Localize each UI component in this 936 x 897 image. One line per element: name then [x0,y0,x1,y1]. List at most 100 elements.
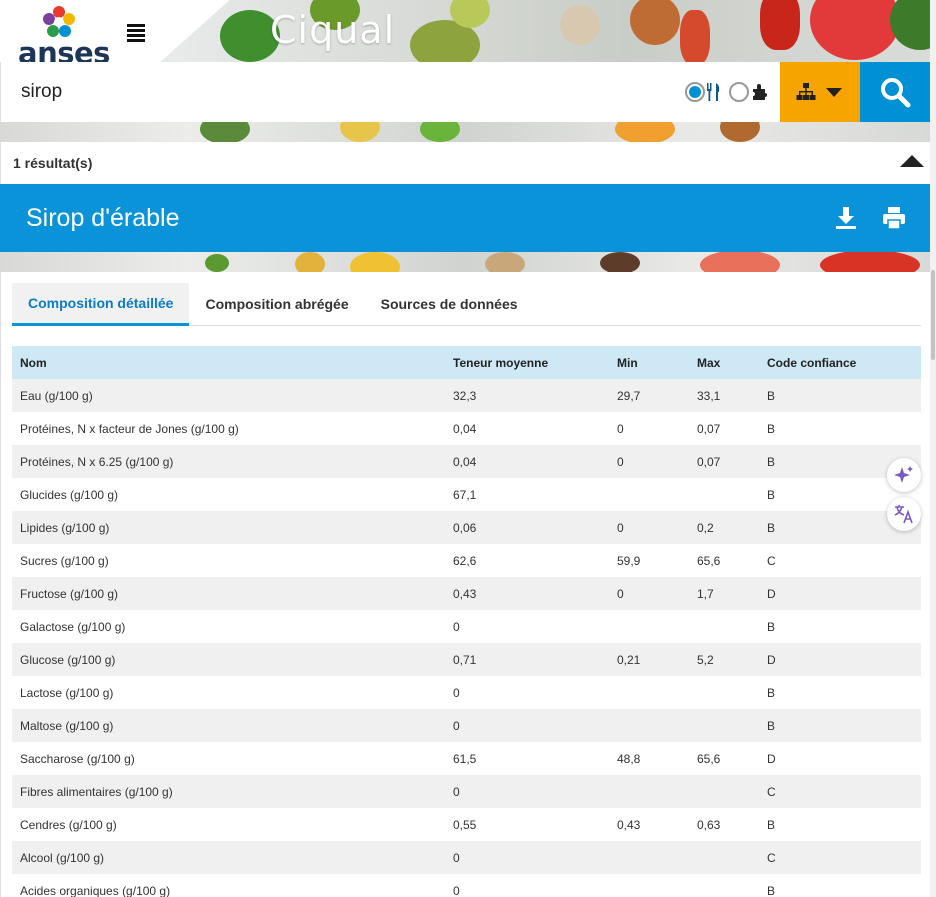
cell-code-confiance: B [767,709,921,742]
cell-max: 65,6 [697,544,767,577]
table-row: Glucose (g/100 g) 0,71 0,21 5,2 D [12,643,921,676]
cell-nom: Glucides (g/100 g) [12,478,453,511]
table-row: Maltose (g/100 g) 0 B [12,709,921,742]
cell-max [697,841,767,874]
cell-min: 0,43 [617,808,697,841]
cell-teneur-moyenne: 0 [453,775,617,808]
anses-flower-icon [43,6,75,37]
cell-teneur-moyenne: 62,6 [453,544,617,577]
cell-code-confiance: B [767,676,921,709]
column-header-max[interactable]: Max [697,346,767,379]
cell-max [697,775,767,808]
table-row: Lactose (g/100 g) 0 B [12,676,921,709]
table-row: Cendres (g/100 g) 0,55 0,43 0,63 B [12,808,921,841]
app-title: Ciqual [270,8,396,52]
cell-max [697,478,767,511]
column-header-code-confiance[interactable]: Code confiance [767,346,921,379]
cell-max: 0,07 [697,445,767,478]
cell-nom: Saccharose (g/100 g) [12,742,453,775]
cell-min [617,841,697,874]
caret-up-icon[interactable] [900,154,924,168]
results-count: 1 résultat(s) [13,155,93,171]
decorative-strip [0,122,930,142]
cell-min: 0 [617,412,697,445]
food-details: Composition détaillée Composition abrégé… [0,272,930,897]
radio-food-mode[interactable] [685,82,705,102]
cell-code-confiance: C [767,775,921,808]
cell-teneur-moyenne: 0,43 [453,577,617,610]
cell-teneur-moyenne: 0,55 [453,808,617,841]
cell-nom: Fructose (g/100 g) [12,577,453,610]
cell-max: 1,7 [697,577,767,610]
cell-min: 0 [617,511,697,544]
tab-sources-de-donnees[interactable]: Sources de données [365,283,534,325]
results-bar: 1 résultat(s) [0,142,930,184]
cell-teneur-moyenne: 0 [453,841,617,874]
tab-composition-abregee[interactable]: Composition abrégée [189,283,364,325]
print-icon[interactable] [882,206,906,230]
cell-code-confiance: C [767,841,921,874]
column-header-teneur-moyenne[interactable]: Teneur moyenne [453,346,617,379]
top-header: anses Ciqual [0,0,936,70]
download-icon[interactable] [834,206,858,230]
cell-teneur-moyenne: 61,5 [453,742,617,775]
translate-button[interactable] [887,497,921,531]
scrollbar-thumb[interactable] [931,270,935,360]
column-header-nom[interactable]: Nom [12,346,453,379]
search-icon [881,78,911,108]
cell-nom: Lipides (g/100 g) [12,511,453,544]
radio-component-mode[interactable] [729,82,749,102]
cell-nom: Maltose (g/100 g) [12,709,453,742]
anses-logo[interactable]: anses [14,4,110,70]
cell-nom: Glucose (g/100 g) [12,643,453,676]
search-input[interactable] [11,74,611,110]
ai-assistant-button[interactable] [887,458,921,492]
cell-min: 0 [617,577,697,610]
tab-composition-detaillee[interactable]: Composition détaillée [12,283,190,326]
cell-min [617,676,697,709]
puzzle-icon [753,84,767,100]
cell-max: 0,63 [697,808,767,841]
cell-teneur-moyenne: 0,71 [453,643,617,676]
table-row: Saccharose (g/100 g) 61,5 48,8 65,6 D [12,742,921,775]
cell-max: 0,07 [697,412,767,445]
cell-code-confiance: B [767,412,921,445]
cell-nom: Eau (g/100 g) [12,379,453,412]
cell-min [617,478,697,511]
cell-nom: Protéines, N x 6.25 (g/100 g) [12,445,453,478]
table-row: Galactose (g/100 g) 0 B [12,610,921,643]
cell-max [697,709,767,742]
cell-nom: Alcool (g/100 g) [12,841,453,874]
cell-min [617,709,697,742]
cell-code-confiance: C [767,544,921,577]
table-row: Lipides (g/100 g) 0,06 0 0,2 B [12,511,921,544]
cell-teneur-moyenne: 0 [453,709,617,742]
column-header-min[interactable]: Min [617,346,697,379]
cell-teneur-moyenne: 0 [453,874,617,897]
cell-nom: Galactose (g/100 g) [12,610,453,643]
cell-nom: Protéines, N x facteur de Jones (g/100 g… [12,412,453,445]
sparkle-icon [894,466,913,483]
cell-max [697,610,767,643]
cell-min: 29,7 [617,379,697,412]
cell-code-confiance: D [767,577,921,610]
cell-nom: Cendres (g/100 g) [12,808,453,841]
cell-teneur-moyenne: 32,3 [453,379,617,412]
cell-nom: Sucres (g/100 g) [12,544,453,577]
search-button[interactable] [860,62,930,122]
cell-teneur-moyenne: 0,04 [453,412,617,445]
sitemap-icon [796,83,816,100]
cell-code-confiance: B [767,379,921,412]
page-scrollbar[interactable] [930,0,936,897]
menu-icon[interactable] [127,24,145,42]
food-header: Sirop d'érable [0,184,930,252]
cell-min: 59,9 [617,544,697,577]
cell-code-confiance: D [767,643,921,676]
chevron-down-icon [826,88,842,97]
food-title: Sirop d'érable [26,204,180,232]
cell-max: 33,1 [697,379,767,412]
cell-teneur-moyenne: 0,06 [453,511,617,544]
cell-min: 0 [617,445,697,478]
hierarchy-dropdown-button[interactable] [780,62,860,122]
cell-teneur-moyenne: 67,1 [453,478,617,511]
